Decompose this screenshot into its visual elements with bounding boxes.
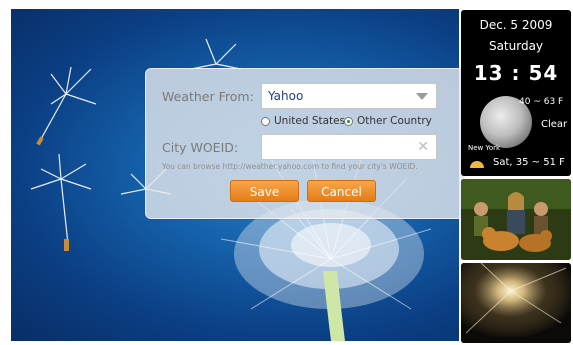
save-button[interactable]: Save bbox=[230, 180, 299, 202]
radio-united-states[interactable]: United States bbox=[261, 115, 345, 127]
weather-settings-dialog: Weather From: Yahoo United States Other … bbox=[145, 68, 465, 219]
city-woeid-label: City WOEID: bbox=[162, 140, 239, 155]
sun-icon bbox=[470, 161, 484, 168]
radio-other-country-label: Other Country bbox=[357, 115, 432, 127]
radio-button-united-states[interactable] bbox=[261, 116, 270, 126]
widget-temp-range: 40 ~ 63 F bbox=[519, 97, 564, 107]
chevron-down-icon[interactable] bbox=[416, 93, 428, 100]
weather-provider-select[interactable]: Yahoo bbox=[261, 83, 437, 109]
sunburst-photo-image bbox=[461, 263, 571, 343]
widget-date: Dec. 5 2009 bbox=[479, 18, 553, 32]
widget-time: 13 : 54 bbox=[473, 61, 559, 85]
widget-condition: Clear bbox=[541, 119, 568, 130]
family-photo-image bbox=[461, 179, 571, 260]
weather-from-label: Weather From: bbox=[162, 89, 254, 104]
weather-provider-value: Yahoo bbox=[268, 89, 304, 103]
clear-icon[interactable]: ✕ bbox=[417, 139, 429, 155]
cancel-button[interactable]: Cancel bbox=[307, 180, 376, 202]
radio-button-other-country[interactable] bbox=[344, 116, 353, 126]
radio-other-country[interactable]: Other Country bbox=[344, 115, 432, 127]
widget-forecast: Sat, 35 ~ 51 F bbox=[493, 157, 565, 168]
widget-weekday: Saturday bbox=[488, 39, 544, 53]
clock-weather-widget[interactable]: Dec. 5 2009 Saturday 13 : 54 40 ~ 63 F C… bbox=[461, 10, 571, 176]
photo-frame-family-dogs[interactable] bbox=[461, 179, 571, 260]
radio-united-states-label: United States bbox=[274, 115, 346, 127]
photo-frame-sunburst[interactable] bbox=[461, 263, 571, 343]
widget-city: New York bbox=[468, 144, 501, 152]
city-woeid-input[interactable]: ✕ bbox=[261, 134, 437, 160]
woeid-hint-text: You can browse http://weather.yahoo.com … bbox=[162, 162, 418, 171]
